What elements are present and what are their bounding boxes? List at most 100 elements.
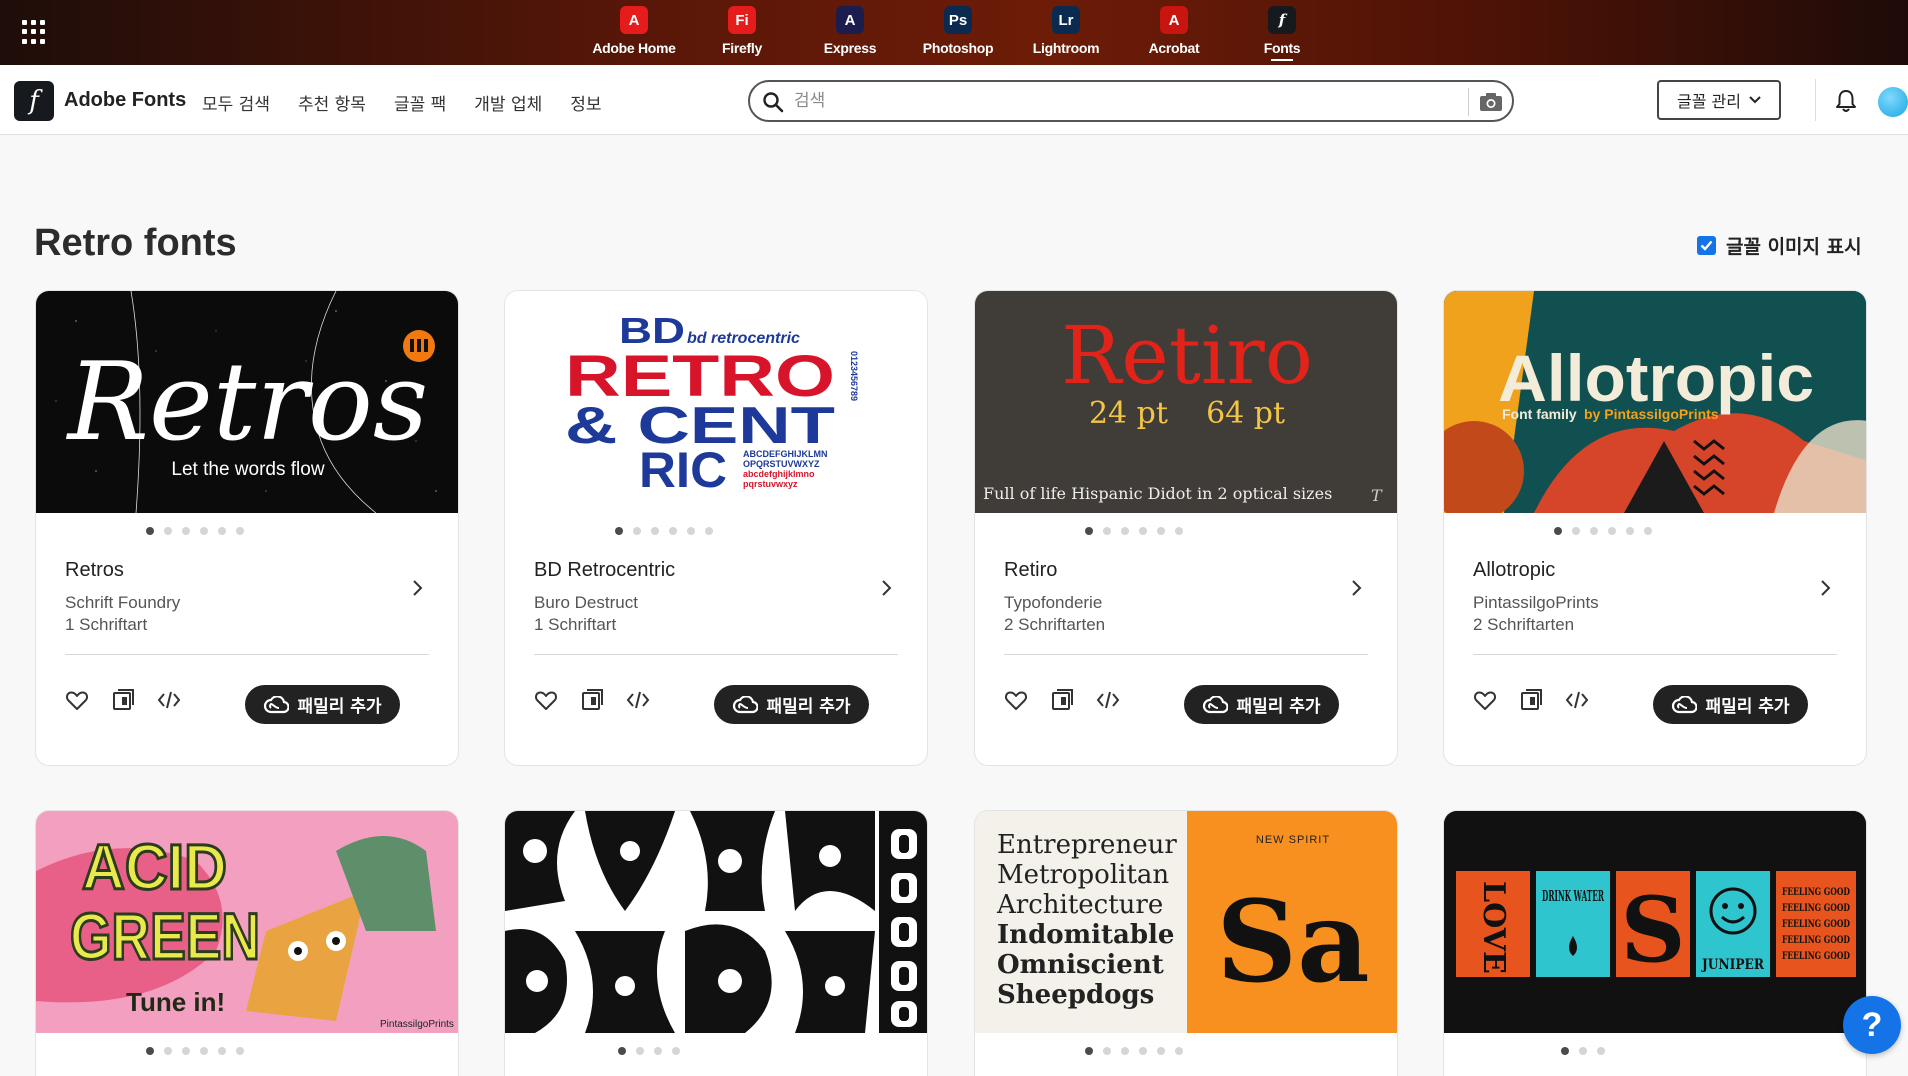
chevron-right-icon[interactable] [881,579,893,597]
font-family-name[interactable]: Retros [65,559,429,582]
preview-carousel-dots[interactable] [975,527,1397,537]
font-card-retro-tiles[interactable]: LOVE DRINK WATER S JUNIPER FEELING GOOD … [1443,810,1867,1076]
swirl-display-preview-art [505,811,927,1033]
heart-icon[interactable] [65,688,89,712]
add-family-button[interactable]: 패밀리 추가 [714,685,869,724]
preview-carousel-dots[interactable] [505,1047,927,1057]
checkmark-icon [1700,240,1713,251]
chevron-right-icon[interactable] [1351,579,1363,597]
embed-code-icon[interactable] [157,688,181,712]
brand-name[interactable]: Adobe Fonts [64,89,186,112]
show-images-checkbox[interactable] [1697,236,1716,255]
add-family-label: 패밀리 추가 [1236,697,1321,717]
app-adobe-home[interactable]: A Adobe Home [580,0,688,65]
app-label: Lightroom [1032,40,1100,56]
font-card-allotropic[interactable]: Allotropic Font family by PintassilgoPri… [1443,290,1867,766]
manage-fonts-label: 글꼴 관리 [1677,92,1741,111]
digits-vertical-text: 0123456789 [849,351,859,401]
heart-icon[interactable] [534,688,558,712]
embed-code-icon[interactable] [1565,688,1589,712]
font-family-name[interactable]: BD Retrocentric [534,559,898,582]
font-preview-image[interactable]: Entrepreneur Metropolitan Architecture I… [975,811,1397,1033]
nav-link-recommendations[interactable]: 추천 항목 [298,90,366,115]
app-switcher-bar: A Adobe Home Fi Firefly A Express Ps Photoshop L… [0,0,1908,65]
embed-code-icon[interactable] [1096,688,1120,712]
chevron-right-icon[interactable] [1820,579,1832,597]
preview-carousel-dots[interactable] [36,527,458,537]
foundry-name[interactable]: Typofonderie [1004,592,1368,614]
nav-link-about[interactable]: 정보 [570,90,601,115]
font-card-bd-retrocentric[interactable]: BD bd retrocentric RETRO & CENT RIC ABCD… [504,290,928,766]
add-to-list-icon[interactable] [111,688,135,712]
app-fonts[interactable]: f Fonts [1228,0,1336,65]
nav-link-foundries[interactable]: 개발 업체 [474,90,542,115]
preview-carousel-dots[interactable] [1444,1047,1866,1057]
preview-carousel-dots[interactable] [505,527,927,537]
add-to-list-icon[interactable] [580,688,604,712]
app-firefly[interactable]: Fi Firefly [688,0,796,65]
font-card-swirl-display[interactable] [504,810,928,1076]
nav-link-browse-all[interactable]: 모두 검색 [202,90,270,115]
add-to-list-icon[interactable] [1050,688,1074,712]
add-to-list-icon[interactable] [1519,688,1543,712]
font-preview-image[interactable] [505,811,927,1033]
font-card-retros[interactable]: Retros Let the words flow Retros Schrift… [35,290,459,766]
retro-tiles-preview-art: LOVE DRINK WATER S JUNIPER FEELING GOOD … [1444,811,1866,1033]
firefly-icon: Fi [728,6,756,34]
retros-title-text: Retros [66,340,429,465]
allotropic-subtitle-2: by PintassilgoPrints [1584,406,1719,422]
manage-fonts-button[interactable]: 글꼴 관리 [1657,80,1781,120]
embed-code-icon[interactable] [626,688,650,712]
retiro-title-text: Retiro [1061,309,1313,402]
app-label: Firefly [722,40,762,56]
show-font-images-toggle[interactable]: 글꼴 이미지 표시 [1697,232,1862,259]
typofonderie-mark: T [1371,486,1383,505]
retros-preview-art: Retros Let the words flow [55,291,437,513]
add-family-button[interactable]: 패밀리 추가 [1653,685,1808,724]
font-family-name[interactable]: Retiro [1004,559,1368,582]
adobe-fonts-logo-icon[interactable]: f [14,81,54,121]
app-lightroom[interactable]: Lr Lightroom [1012,0,1120,65]
specimen-word-1: Entrepreneur [997,830,1177,860]
app-express[interactable]: A Express [796,0,904,65]
app-acrobat[interactable]: A Acrobat [1120,0,1228,65]
tile-feeling-good-text-4: FEELING GOOD [1782,935,1850,946]
camera-search-icon[interactable] [1478,90,1504,114]
font-preview-image[interactable]: BD bd retrocentric RETRO & CENT RIC ABCD… [505,291,927,513]
font-card-acid-green[interactable]: ACID GREEN Tune in! PintassilgoPrints [35,810,459,1076]
nav-link-font-packs[interactable]: 글꼴 팩 [394,90,446,115]
foundry-name[interactable]: Buro Destruct [534,592,898,614]
help-button[interactable]: ? [1843,996,1901,1054]
foundry-name[interactable]: PintassilgoPrints [1473,592,1837,614]
search-input[interactable] [794,89,1454,113]
font-preview-image[interactable]: Allotropic Font family by PintassilgoPri… [1444,291,1866,513]
font-card-retiro[interactable]: Retiro 24 pt 64 pt Full of life Hispanic… [974,290,1398,766]
font-count: 1 Schriftart [534,615,617,634]
chevron-right-icon[interactable] [412,579,424,597]
retiro-sizes-text: 24 pt 64 pt [1089,396,1285,431]
preview-carousel-dots[interactable] [36,1047,458,1057]
add-family-button[interactable]: 패밀리 추가 [245,685,400,724]
font-preview-image[interactable]: LOVE DRINK WATER S JUNIPER FEELING GOOD … [1444,811,1866,1033]
preview-carousel-dots[interactable] [1444,527,1866,537]
notification-bell-icon[interactable] [1835,89,1857,113]
heart-icon[interactable] [1004,688,1028,712]
bd-retrocentric-preview-art: BD bd retrocentric RETRO & CENT RIC ABCD… [565,310,859,498]
preview-carousel-dots[interactable] [975,1047,1397,1057]
user-avatar[interactable] [1878,87,1908,117]
font-preview-image[interactable]: Retros Let the words flow [36,291,458,513]
express-icon: A [836,6,864,34]
font-preview-image[interactable]: Retiro 24 pt 64 pt Full of life Hispanic… [975,291,1397,513]
specimen-word-2: Metropolitan [997,860,1169,890]
foundry-name[interactable]: Schrift Foundry [65,592,429,614]
font-count: 2 Schriftarten [1004,615,1106,634]
header-divider [1815,79,1816,121]
font-card-new-spirit[interactable]: Entrepreneur Metropolitan Architecture I… [974,810,1398,1076]
font-count: 2 Schriftarten [1473,615,1575,634]
heart-icon[interactable] [1473,688,1497,712]
font-preview-image[interactable]: ACID GREEN Tune in! PintassilgoPrints [36,811,458,1033]
app-photoshop[interactable]: Ps Photoshop [904,0,1012,65]
font-family-name[interactable]: Allotropic [1473,559,1837,582]
app-grid-icon[interactable] [22,20,46,44]
add-family-button[interactable]: 패밀리 추가 [1184,685,1339,724]
